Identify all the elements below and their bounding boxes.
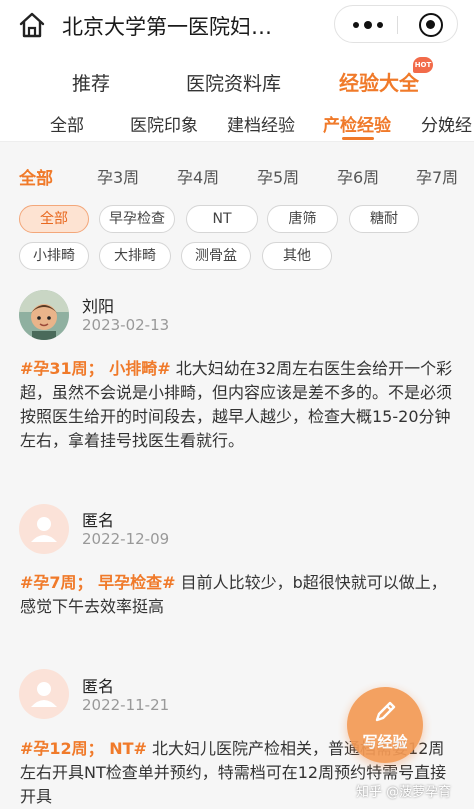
chip-large-anomaly-scan[interactable]: 大排畸 <box>99 242 171 270</box>
chip-glucose-test[interactable]: 糖耐 <box>349 205 419 233</box>
chip-other[interactable]: 其他 <box>262 242 332 270</box>
chip-nt[interactable]: NT <box>186 205 258 233</box>
week-4[interactable]: 孕4周 <box>177 164 219 188</box>
post-content[interactable]: #孕7周； 早孕检查# 目前人比较少，b超很快就可以做上，感觉下午去效率挺高 <box>20 571 460 619</box>
write-experience-button[interactable]: 写经验 <box>347 687 423 763</box>
watermark: 知乎 @菠萝孕育 <box>356 785 452 800</box>
top-bar: 北京大学第一医院妇… <box>0 0 474 50</box>
secondary-tabs: 全部 医院印象 建档经验 产检经验 分娩经 <box>0 98 474 142</box>
avatar[interactable] <box>19 504 69 554</box>
post-author: 匿名 <box>82 677 115 696</box>
chip-small-anomaly-scan[interactable]: 小排畸 <box>19 242 89 270</box>
tab-experience[interactable]: 经验大全 <box>339 67 419 96</box>
subtab-hospital-impression[interactable]: 医院印象 <box>130 111 198 136</box>
week-3[interactable]: 孕3周 <box>97 164 139 188</box>
post-tags[interactable]: #孕12周； NT# <box>20 739 147 758</box>
subtab-filing[interactable]: 建档经验 <box>227 111 295 136</box>
avatar[interactable] <box>19 290 69 340</box>
chip-all[interactable]: 全部 <box>19 205 89 233</box>
post-content[interactable]: #孕31周； 小排畸# 北大妇幼在32周左右医生会给开一个彩超，虽然不会说是小排… <box>20 357 460 453</box>
chip-pelvis-measure[interactable]: 测骨盆 <box>181 242 251 270</box>
post-author: 匿名 <box>82 511 115 530</box>
week-6[interactable]: 孕6周 <box>337 164 379 188</box>
chip-early-check[interactable]: 早孕检查 <box>99 205 175 233</box>
week-filter: 全部 孕3周 孕4周 孕5周 孕6周 孕7周 <box>0 143 474 193</box>
user-avatar-icon <box>19 290 69 340</box>
post-tags[interactable]: #孕7周； 早孕检查# <box>20 573 176 592</box>
subtab-prenatal-check[interactable]: 产检经验 <box>323 111 391 136</box>
pencil-icon <box>375 701 396 722</box>
post-tags[interactable]: #孕31周； 小排畸# <box>20 359 171 378</box>
week-5[interactable]: 孕5周 <box>257 164 299 188</box>
hot-badge: HOT <box>413 57 433 73</box>
week-all[interactable]: 全部 <box>19 164 53 189</box>
page-title: 北京大学第一医院妇… <box>62 15 272 39</box>
week-7[interactable]: 孕7周 <box>416 164 458 188</box>
write-experience-label: 写经验 <box>362 733 408 751</box>
subtab-all[interactable]: 全部 <box>50 111 84 136</box>
post-date: 2022-11-21 <box>82 696 170 714</box>
anonymous-user-icon <box>31 682 57 707</box>
avatar[interactable] <box>19 669 69 719</box>
tab-recommend[interactable]: 推荐 <box>72 69 110 96</box>
primary-tabs: 推荐 医院资料库 经验大全 <box>0 50 474 98</box>
anonymous-user-icon <box>31 517 57 542</box>
chip-down-screening[interactable]: 唐筛 <box>267 205 338 233</box>
mini-program-capsule <box>334 5 458 43</box>
active-tab-indicator <box>342 137 374 140</box>
target-close-icon[interactable] <box>419 13 443 37</box>
post-date: 2023-02-13 <box>82 316 170 334</box>
more-dots-icon[interactable] <box>353 21 383 29</box>
tab-hospital-database[interactable]: 医院资料库 <box>186 69 281 96</box>
subtab-delivery[interactable]: 分娩经 <box>421 111 472 136</box>
post-date: 2022-12-09 <box>82 530 170 548</box>
post-author: 刘阳 <box>82 297 115 316</box>
home-icon[interactable] <box>18 11 46 39</box>
capsule-divider <box>397 16 398 34</box>
